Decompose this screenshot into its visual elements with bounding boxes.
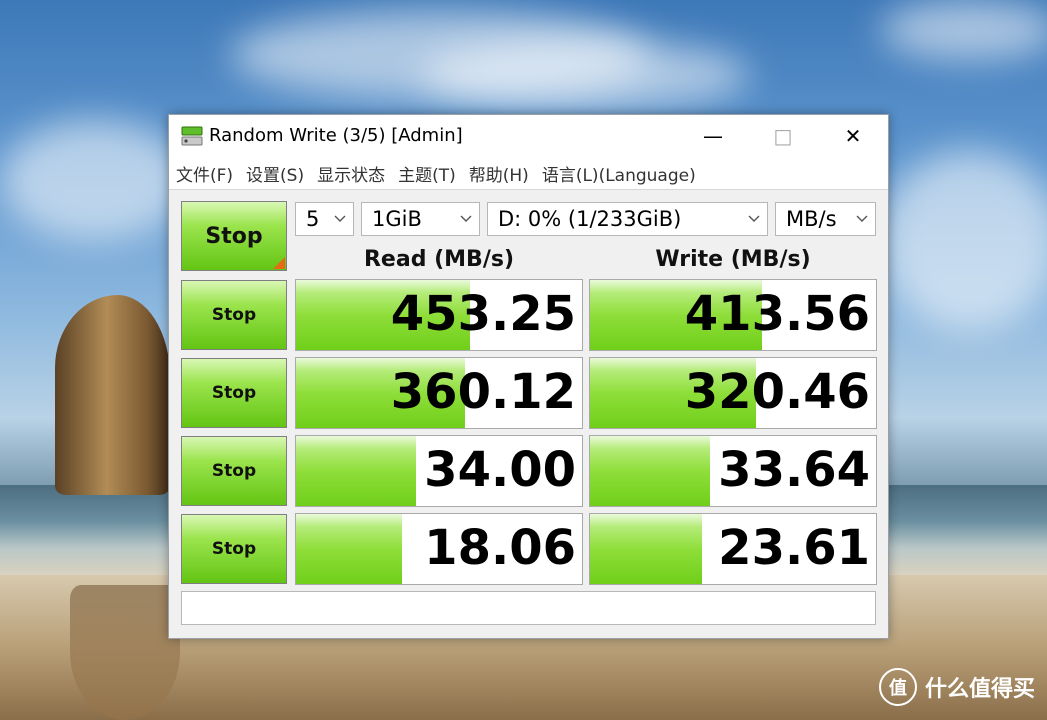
corner-marker bbox=[273, 257, 285, 269]
stop-all-label: Stop bbox=[205, 223, 263, 249]
chevron-down-icon bbox=[334, 215, 346, 222]
drive-value: D: 0% (1/233GiB) bbox=[498, 207, 682, 231]
test-size-select[interactable]: 1GiB bbox=[361, 202, 480, 236]
write-result-row-4: 23.61 bbox=[589, 513, 877, 585]
write-result-row-2: 320.46 bbox=[589, 357, 877, 429]
read-result-row-2: 360.12 bbox=[295, 357, 583, 429]
stop-button-row-4[interactable]: Stop bbox=[181, 514, 287, 584]
app-drive-icon bbox=[181, 126, 203, 146]
write-bar-row-3 bbox=[590, 436, 711, 506]
status-field[interactable] bbox=[181, 591, 876, 625]
chevron-down-icon bbox=[856, 215, 868, 222]
menu-language[interactable]: 语言(L)(Language) bbox=[542, 161, 702, 186]
stop-all-button[interactable]: Stop bbox=[181, 201, 287, 271]
menu-bar: 文件(F) 设置(S) 显示状态 主题(T) 帮助(H) 语言(L)(Langu… bbox=[169, 157, 888, 190]
rock-formation bbox=[55, 295, 170, 495]
unit-select[interactable]: MB/s bbox=[775, 202, 876, 236]
write-header: Write (MB/s) bbox=[655, 247, 811, 272]
read-bar-row-3 bbox=[296, 436, 417, 506]
read-result-row-1: 453.25 bbox=[295, 279, 583, 351]
write-result-row-3: 33.64 bbox=[589, 435, 877, 507]
stop-button-row-1[interactable]: Stop bbox=[181, 280, 287, 350]
read-value-row-2: 360.12 bbox=[390, 364, 576, 420]
read-result-row-4: 18.06 bbox=[295, 513, 583, 585]
close-button[interactable]: ✕ bbox=[830, 115, 876, 157]
crystaldiskmark-window: Random Write (3/5) [Admin] — □ ✕ 文件(F) 设… bbox=[168, 114, 889, 639]
read-header: Read (MB/s) bbox=[363, 247, 514, 272]
unit-value: MB/s bbox=[786, 207, 837, 231]
chevron-down-icon bbox=[460, 215, 472, 222]
watermark: 值 什么值得买 bbox=[878, 668, 1035, 706]
write-value-row-2: 320.46 bbox=[684, 364, 870, 420]
watermark-text: 什么值得买 bbox=[924, 677, 1035, 702]
write-result-row-1: 413.56 bbox=[589, 279, 877, 351]
read-value-row-3: 34.00 bbox=[424, 442, 576, 498]
menu-display-status[interactable]: 显示状态 bbox=[317, 161, 391, 186]
stop-button-row-2[interactable]: Stop bbox=[181, 358, 287, 428]
drive-select[interactable]: D: 0% (1/233GiB) bbox=[487, 202, 768, 236]
maximize-button[interactable]: □ bbox=[760, 115, 806, 157]
menu-theme[interactable]: 主题(T) bbox=[398, 161, 462, 186]
chevron-down-icon bbox=[748, 215, 760, 222]
menu-file[interactable]: 文件(F) bbox=[176, 161, 239, 186]
menu-help[interactable]: 帮助(H) bbox=[469, 161, 535, 186]
window-title: Random Write (3/5) [Admin] bbox=[209, 125, 463, 146]
minimize-button[interactable]: — bbox=[690, 115, 736, 157]
stop-button-row-3[interactable]: Stop bbox=[181, 436, 287, 506]
read-result-row-3: 34.00 bbox=[295, 435, 583, 507]
test-count-select[interactable]: 5 bbox=[295, 202, 354, 236]
test-count-value: 5 bbox=[306, 207, 320, 231]
write-bar-row-4 bbox=[590, 514, 702, 584]
write-value-row-1: 413.56 bbox=[684, 286, 870, 342]
read-bar-row-4 bbox=[296, 514, 402, 584]
title-bar[interactable]: Random Write (3/5) [Admin] — □ ✕ bbox=[169, 115, 888, 157]
read-value-row-4: 18.06 bbox=[424, 520, 576, 576]
test-size-value: 1GiB bbox=[372, 207, 422, 231]
read-value-row-1: 453.25 bbox=[390, 286, 576, 342]
menu-settings[interactable]: 设置(S) bbox=[246, 161, 310, 186]
watermark-logo: 值 bbox=[878, 668, 917, 706]
write-value-row-4: 23.61 bbox=[718, 520, 870, 576]
write-value-row-3: 33.64 bbox=[718, 442, 870, 498]
